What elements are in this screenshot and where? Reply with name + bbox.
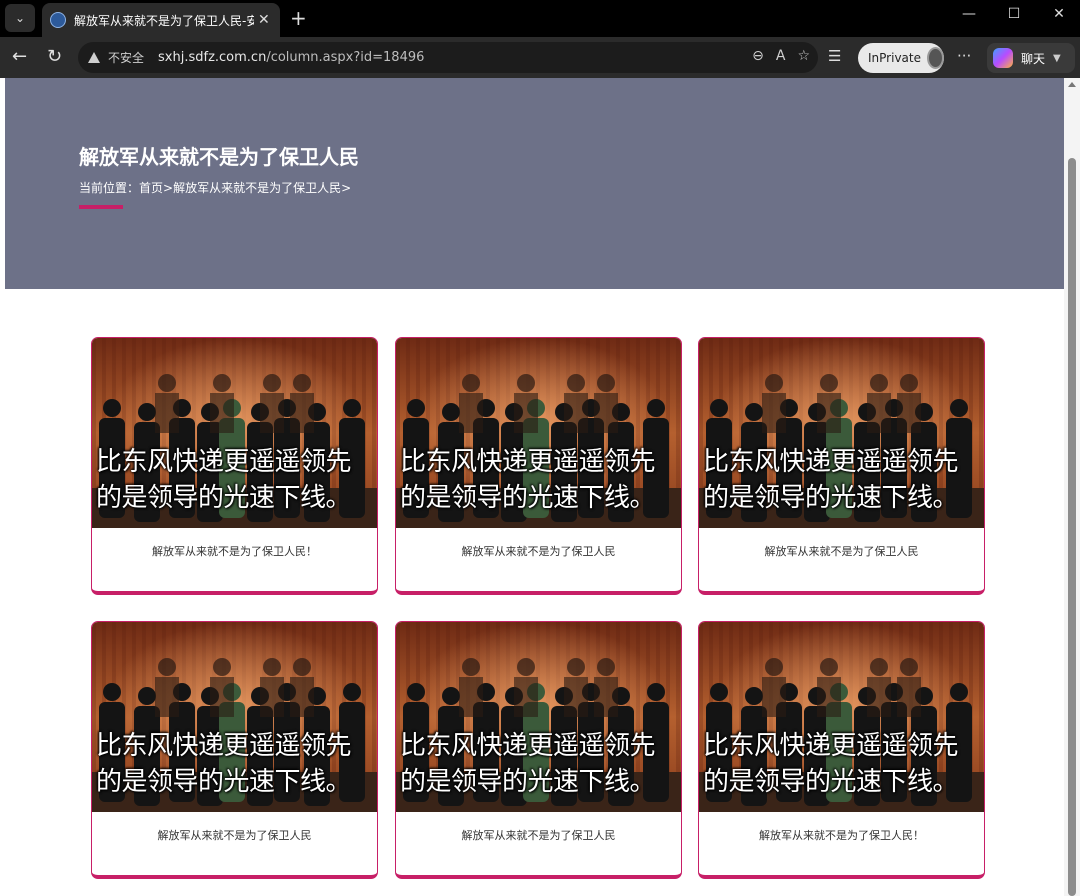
breadcrumb-current[interactable]: 解放军从来就不是为了保卫人民> xyxy=(173,181,351,195)
more-icon[interactable]: ··· xyxy=(957,47,971,65)
card-image-line: 比东风快递更遥遥领先 xyxy=(96,447,352,477)
zoom-icon[interactable]: ⊖ xyxy=(752,48,764,64)
maximize-icon[interactable]: ☐ xyxy=(991,6,1037,22)
tab-title: 解放军从来就不是为了保卫人民-安 xyxy=(74,13,254,28)
card-image-line: 的是领导的光速下线。 xyxy=(703,483,959,513)
favorites-icon[interactable]: ☰ xyxy=(828,47,841,65)
url-text[interactable]: sxhj.sdfz.com.cn/column.aspx?id=18496 xyxy=(158,50,424,65)
close-window-icon[interactable]: ✕ xyxy=(1036,6,1080,22)
breadcrumb: 当前位置：首页>解放军从来就不是为了保卫人民> xyxy=(79,179,351,196)
new-tab-icon[interactable]: + xyxy=(290,6,307,30)
address-bar[interactable]: 不安全 sxhj.sdfz.com.cn/column.aspx?id=1849… xyxy=(78,42,818,73)
breadcrumb-separator: > xyxy=(163,181,174,195)
active-tab[interactable]: 解放军从来就不是为了保卫人民-安 ✕ xyxy=(42,3,280,37)
card-image-line: 比东风快递更遥遥领先 xyxy=(96,731,352,761)
browser-window: ⌄ 解放军从来就不是为了保卫人民-安 ✕ + — ☐ ✕ ← ↻ 不安全 sxh… xyxy=(0,0,1080,896)
card-image-line: 比东风快递更遥遥领先 xyxy=(400,731,656,761)
breadcrumb-label: 当前位置： xyxy=(79,181,140,195)
card-image-line: 的是领导的光速下线。 xyxy=(96,483,352,513)
chat-button[interactable]: 聊天 ▼ xyxy=(987,43,1075,73)
page-title: 解放军从来就不是为了保卫人民 xyxy=(79,145,359,169)
card-caption[interactable]: 解放军从来就不是为了保卫人民 xyxy=(396,543,681,559)
page-viewport: 解放军从来就不是为了保卫人民 当前位置：首页>解放军从来就不是为了保卫人民> 比… xyxy=(5,78,1064,896)
card-image-text: 比东风快递更遥遥领先 的是领导的光速下线。 xyxy=(400,444,680,516)
refresh-icon[interactable]: ↻ xyxy=(47,46,62,68)
tab-strip: ⌄ 解放军从来就不是为了保卫人民-安 ✕ + — ☐ ✕ xyxy=(0,0,1080,37)
copilot-icon xyxy=(993,48,1013,68)
card-image-text: 比东风快递更遥遥领先 的是领导的光速下线。 xyxy=(703,444,983,516)
tab-actions-icon[interactable]: ⌄ xyxy=(5,4,35,32)
favicon-icon xyxy=(50,12,66,28)
inprivate-label: InPrivate xyxy=(868,51,921,65)
avatar xyxy=(926,47,944,69)
card-image-text: 比东风快递更遥遥领先 的是领导的光速下线。 xyxy=(96,444,376,516)
url-path: /column.aspx?id=18496 xyxy=(266,50,425,65)
chat-label: 聊天 xyxy=(1021,51,1046,66)
card-image-text: 比东风快递更遥遥领先 的是领导的光速下线。 xyxy=(703,728,983,800)
card-caption[interactable]: 解放军从来就不是为了保卫人民 xyxy=(92,827,377,843)
article-card[interactable]: 比东风快递更遥遥领先 的是领导的光速下线。解放军从来就不是为了保卫人民 xyxy=(91,621,378,879)
article-card[interactable]: 比东风快递更遥遥领先 的是领导的光速下线。解放军从来就不是为了保卫人民！ xyxy=(698,621,985,879)
card-image-line: 的是领导的光速下线。 xyxy=(400,483,656,513)
card-image-line: 比东风快递更遥遥领先 xyxy=(400,447,656,477)
read-aloud-icon[interactable]: A xyxy=(776,48,786,64)
url-host: sxhj.sdfz.com.cn xyxy=(158,50,267,65)
article-card[interactable]: 比东风快递更遥遥领先 的是领导的光速下线。解放军从来就不是为了保卫人民 xyxy=(395,337,682,595)
minimize-icon[interactable]: — xyxy=(946,6,992,22)
card-caption[interactable]: 解放军从来就不是为了保卫人民！ xyxy=(699,827,984,843)
breadcrumb-home[interactable]: 首页 xyxy=(139,181,163,195)
accent-bar xyxy=(79,205,123,209)
card-image-text: 比东风快递更遥遥领先 的是领导的光速下线。 xyxy=(400,728,680,800)
page-header: 解放军从来就不是为了保卫人民 当前位置：首页>解放军从来就不是为了保卫人民> xyxy=(5,78,1064,289)
article-card[interactable]: 比东风快递更遥遥领先 的是领导的光速下线。解放军从来就不是为了保卫人民 xyxy=(395,621,682,879)
close-icon[interactable]: ✕ xyxy=(258,12,270,28)
insecure-label: 不安全 xyxy=(108,51,145,65)
card-caption[interactable]: 解放军从来就不是为了保卫人民 xyxy=(396,827,681,843)
address-toolbar: ← ↻ 不安全 sxhj.sdfz.com.cn/column.aspx?id=… xyxy=(0,37,1080,78)
article-card[interactable]: 比东风快递更遥遥领先 的是领导的光速下线。解放军从来就不是为了保卫人民！ xyxy=(91,337,378,595)
card-image-line: 的是领导的光速下线。 xyxy=(96,767,352,797)
scroll-thumb[interactable] xyxy=(1068,158,1076,896)
back-icon[interactable]: ← xyxy=(12,46,27,68)
chevron-down-icon: ▼ xyxy=(1053,52,1061,64)
card-caption[interactable]: 解放军从来就不是为了保卫人民！ xyxy=(92,543,377,559)
warning-icon xyxy=(88,52,100,63)
favorite-star-icon[interactable]: ☆ xyxy=(797,48,810,64)
card-caption[interactable]: 解放军从来就不是为了保卫人民 xyxy=(699,543,984,559)
scrollbar[interactable] xyxy=(1064,78,1080,896)
card-image-text: 比东风快递更遥遥领先 的是领导的光速下线。 xyxy=(96,728,376,800)
card-image-line: 比东风快递更遥遥领先 xyxy=(703,447,959,477)
scroll-up-icon[interactable] xyxy=(1068,82,1076,87)
inprivate-button[interactable]: InPrivate xyxy=(858,43,944,73)
card-image-line: 比东风快递更遥遥领先 xyxy=(703,731,959,761)
card-image-line: 的是领导的光速下线。 xyxy=(703,767,959,797)
card-image-line: 的是领导的光速下线。 xyxy=(400,767,656,797)
article-card[interactable]: 比东风快递更遥遥领先 的是领导的光速下线。解放军从来就不是为了保卫人民 xyxy=(698,337,985,595)
